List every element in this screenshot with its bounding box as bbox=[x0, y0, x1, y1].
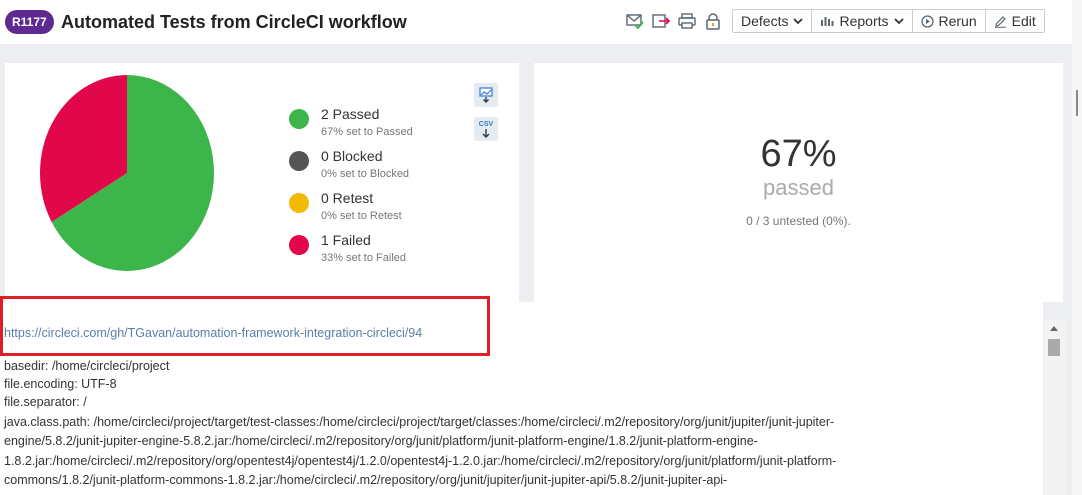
defects-button[interactable]: Defects bbox=[733, 10, 813, 32]
download-arrow-icon bbox=[482, 128, 490, 138]
legend-subtitle: 33% set to Failed bbox=[321, 252, 406, 264]
chevron-down-icon bbox=[793, 18, 804, 25]
reports-label: Reports bbox=[839, 13, 889, 29]
link-highlight-box bbox=[0, 296, 490, 356]
description-line: engine/5.8.2/junit-jupiter-engine-5.8.2.… bbox=[4, 434, 758, 448]
status-dot bbox=[289, 193, 309, 213]
legend-title: 0 Retest bbox=[321, 190, 374, 206]
page-title: Automated Tests from CircleCI workflow bbox=[61, 12, 407, 32]
export-icon[interactable] bbox=[652, 12, 670, 30]
rerun-label: Rerun bbox=[938, 13, 977, 29]
edit-button[interactable]: Edit bbox=[986, 10, 1044, 32]
legend-title: 1 Failed bbox=[321, 232, 371, 248]
reports-button[interactable]: Reports bbox=[812, 10, 913, 32]
pencil-icon bbox=[994, 15, 1006, 28]
run-id-badge: R1177 bbox=[5, 10, 54, 34]
scroll-thumb[interactable] bbox=[1048, 339, 1060, 356]
description-scrollbar[interactable] bbox=[1043, 320, 1065, 495]
chevron-down-icon bbox=[893, 18, 904, 25]
description-line: 1.8.2.jar:/home/circleci/.m2/repository/… bbox=[4, 454, 837, 468]
csv-label: CSV bbox=[478, 120, 494, 128]
defects-label: Defects bbox=[741, 13, 789, 29]
edit-label: Edit bbox=[1011, 13, 1036, 29]
image-download-icon bbox=[479, 87, 493, 103]
description-line: basedir: /home/circleci/project bbox=[4, 359, 170, 373]
scroll-up-icon[interactable] bbox=[1050, 326, 1058, 331]
bar-chart-icon bbox=[821, 17, 834, 26]
download-csv-button[interactable]: CSV bbox=[474, 117, 498, 141]
description-line: file.encoding: UTF-8 bbox=[4, 377, 117, 391]
pass-label: passed bbox=[763, 175, 834, 200]
description-line: java.class.path: /home/circleci/project/… bbox=[4, 415, 835, 429]
play-circle-icon bbox=[920, 14, 934, 28]
page-scroll-thumb[interactable] bbox=[1076, 90, 1078, 116]
untested-summary: 0 / 3 untested (0%). bbox=[746, 214, 851, 228]
pass-rate-card: 67% passed 0 / 3 untested (0%). bbox=[534, 63, 1063, 302]
pass-percentage: 67% bbox=[760, 133, 837, 175]
legend-subtitle: 0% set to Blocked bbox=[321, 168, 410, 180]
status-dot bbox=[289, 235, 309, 255]
legend-title: 0 Blocked bbox=[321, 148, 383, 164]
status-dot bbox=[289, 109, 309, 129]
legend-title: 2 Passed bbox=[321, 106, 380, 122]
download-chart-button[interactable] bbox=[474, 83, 498, 107]
description-line: commons/1.8.2/junit-platform-commons-1.8… bbox=[4, 473, 728, 487]
print-icon[interactable] bbox=[678, 12, 696, 30]
legend-subtitle: 67% set to Passed bbox=[321, 126, 413, 138]
status-dot bbox=[289, 151, 309, 171]
lock-icon[interactable] bbox=[704, 12, 722, 30]
legend-subtitle: 0% set to Retest bbox=[321, 210, 402, 222]
rerun-button[interactable]: Rerun bbox=[913, 10, 986, 32]
description-line: file.separator: / bbox=[4, 395, 87, 409]
page-scrollbar[interactable] bbox=[1072, 0, 1082, 495]
status-summary-card: 2 Passed 67% set to Passed 0 Blocked 0% set… bbox=[5, 63, 519, 302]
header-bar: R1177 Automated Tests from CircleCI work… bbox=[0, 0, 1082, 44]
status-pie-chart bbox=[39, 75, 214, 271]
toolbar-buttons: Defects Reports Rerun Edit bbox=[732, 9, 1045, 33]
email-check-icon[interactable] bbox=[626, 12, 644, 30]
